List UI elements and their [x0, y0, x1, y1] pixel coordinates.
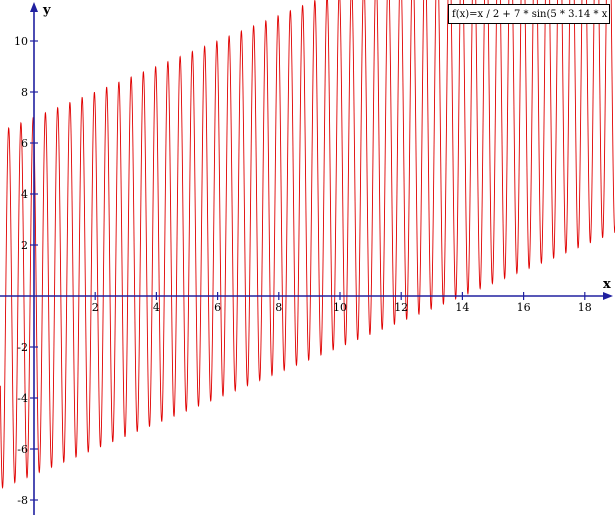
y-tick-label: 6	[21, 137, 28, 150]
x-tick-label: 10	[333, 301, 347, 314]
y-axis-arrow	[30, 2, 38, 12]
x-tick-label: 6	[214, 301, 221, 314]
y-tick-label: -8	[17, 494, 28, 507]
x-axis-arrow	[603, 292, 613, 300]
x-tick-label: 8	[275, 301, 282, 314]
x-tick-label: 14	[455, 301, 469, 314]
series-line	[0, 0, 615, 489]
legend: f(x)=x / 2 + 7 * sin(5 * 3.14 * x + 2)	[448, 4, 610, 24]
y-tick-label: 4	[21, 188, 28, 201]
y-tick-label: -6	[17, 443, 28, 456]
curve-layer	[0, 0, 615, 489]
x-tick-label: 18	[578, 301, 592, 314]
y-tick-label: -4	[17, 392, 28, 405]
legend-entry: f(x)=x / 2 + 7 * sin(5 * 3.14 * x + 2)	[452, 9, 609, 20]
y-tick-label: 8	[21, 86, 28, 99]
x-axis-label: x	[603, 277, 611, 292]
y-tick-label: 10	[14, 35, 28, 48]
y-axis-label: y	[42, 3, 51, 18]
x-tick-label: 12	[394, 301, 408, 314]
y-tick-label: 2	[21, 239, 28, 252]
function-plot: 2 4 6 8 10 12 14 16 18 -8 -6 -4 -2 2 4 6 8 10 x y	[0, 0, 615, 515]
x-tick-label: 16	[517, 301, 531, 314]
y-tick-label: -2	[17, 341, 28, 354]
x-tick-label: 2	[92, 301, 99, 314]
x-tick-label: 4	[153, 301, 160, 314]
